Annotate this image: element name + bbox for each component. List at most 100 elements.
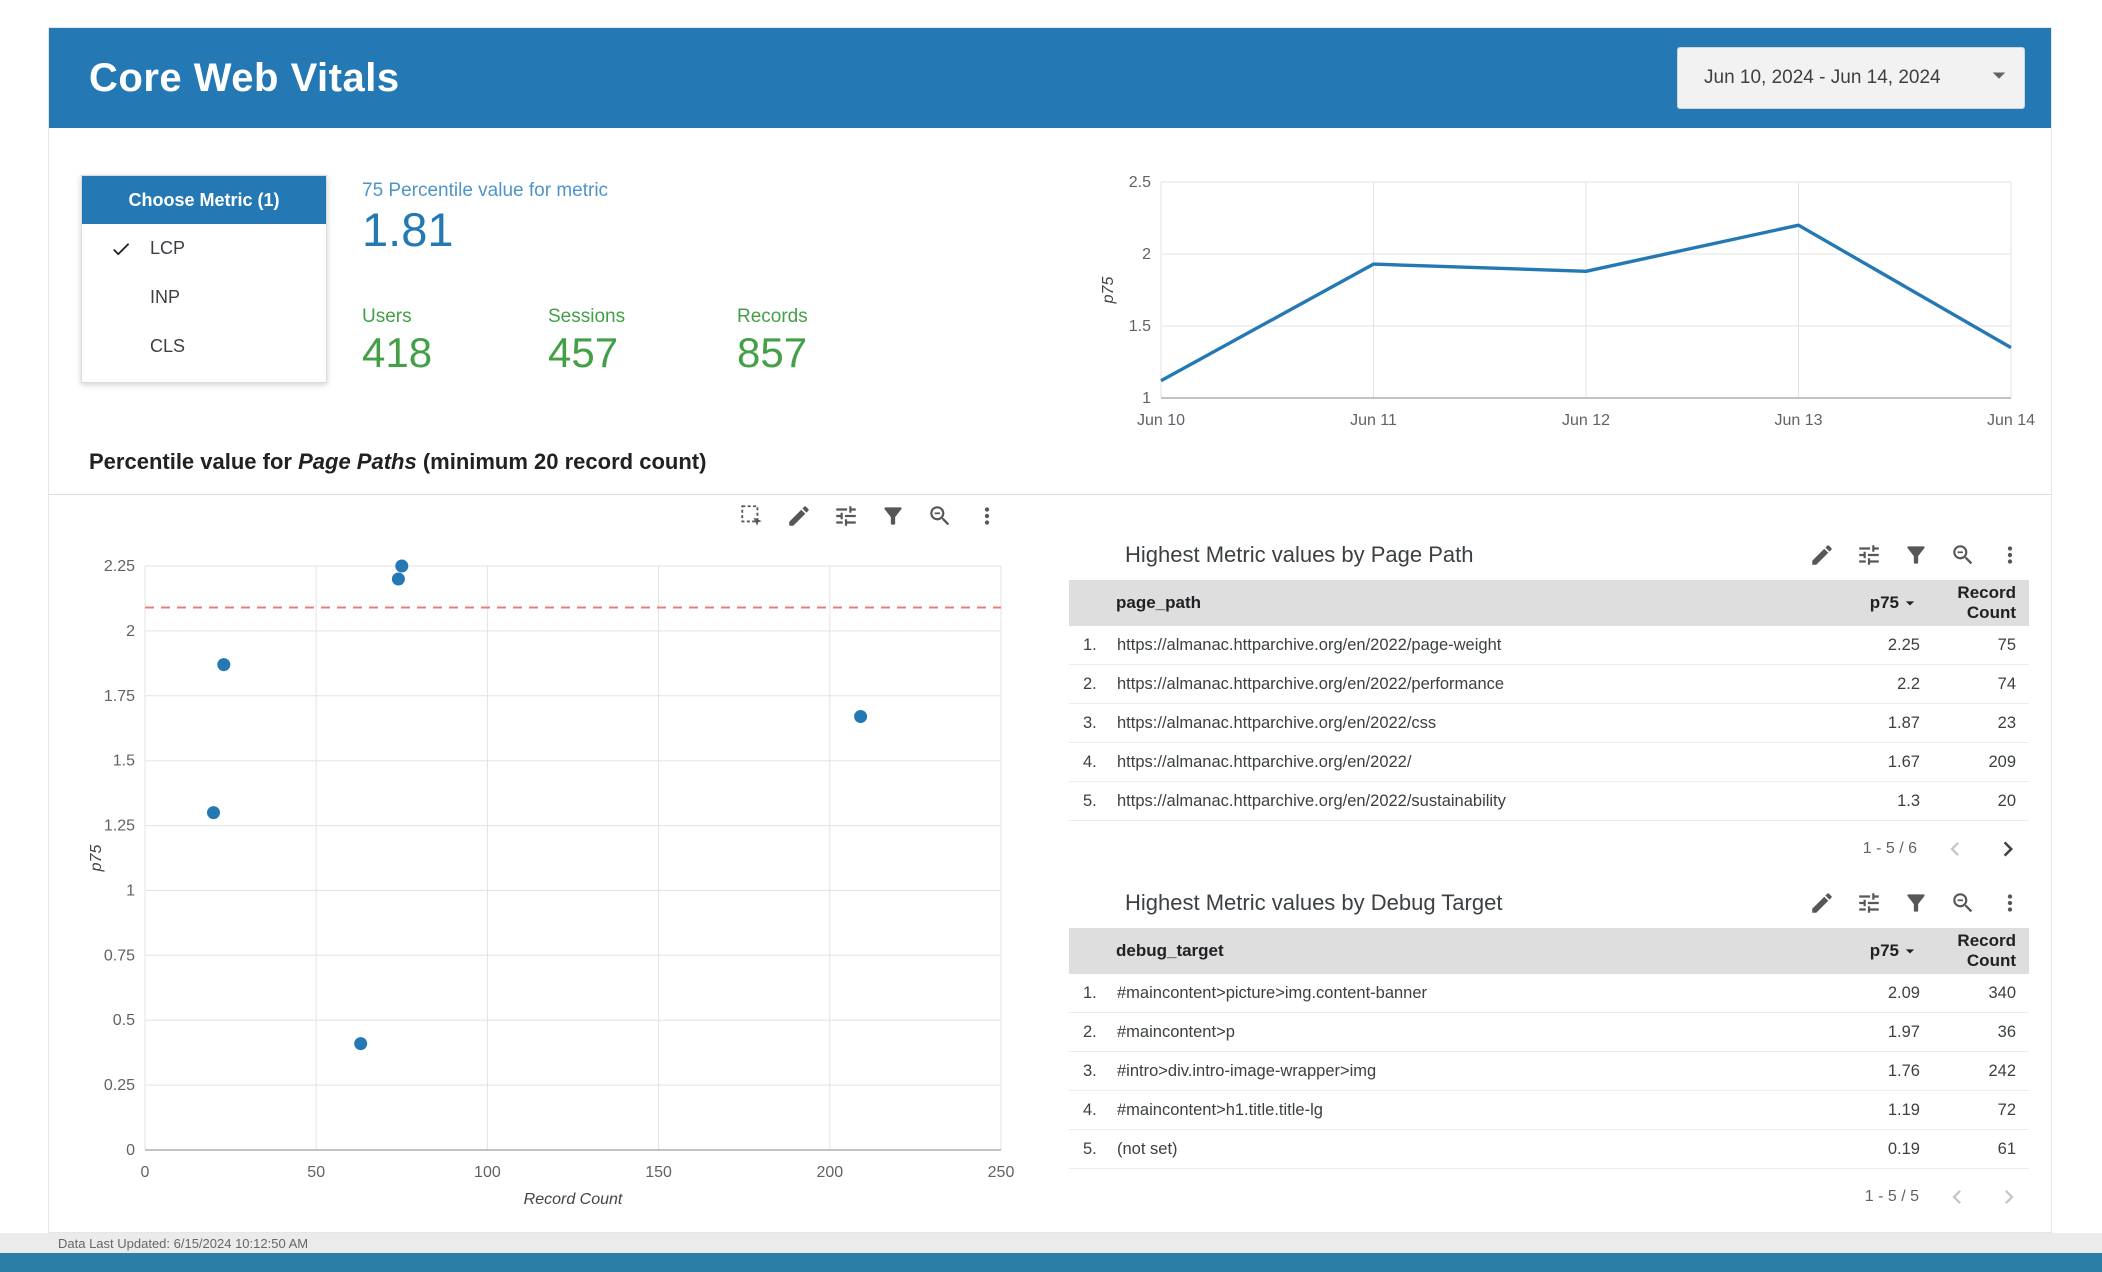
table-row[interactable]: 4. https://almanac.httparchive.org/en/202… bbox=[1069, 743, 2029, 782]
svg-text:1.75: 1.75 bbox=[104, 688, 135, 705]
row-index: 2. bbox=[1083, 674, 1097, 693]
next-page-icon bbox=[1995, 1183, 2023, 1211]
svg-text:0: 0 bbox=[126, 1142, 135, 1159]
svg-text:1.25: 1.25 bbox=[104, 818, 135, 835]
table-pagination: 1 - 5 / 5 bbox=[1069, 1173, 2029, 1221]
metric-option-label: LCP bbox=[150, 238, 186, 258]
p75-cell: 2.09 bbox=[1887, 983, 1920, 1002]
metric-option-cls[interactable]: CLS bbox=[82, 322, 326, 371]
record-count-cell: 61 bbox=[1997, 1139, 2016, 1158]
column-header-p75[interactable]: p75 bbox=[1800, 941, 1920, 961]
more-options-icon[interactable] bbox=[1997, 542, 2023, 568]
column-header-record-count[interactable]: Record Count bbox=[1920, 583, 2016, 622]
table-row[interactable]: 5. https://almanac.httparchive.org/en/202… bbox=[1069, 782, 2029, 821]
metric-option-label: INP bbox=[150, 287, 181, 307]
table-row[interactable]: 4. #maincontent>h1.title.title-lg 1.19 72 bbox=[1069, 1091, 2029, 1130]
more-options-icon[interactable] bbox=[974, 503, 1000, 529]
table-row[interactable]: 3. https://almanac.httparchive.org/en/202… bbox=[1069, 704, 2029, 743]
more-options-icon[interactable] bbox=[1997, 890, 2023, 916]
table-row[interactable]: 2. #maincontent>p 1.97 36 bbox=[1069, 1013, 2029, 1052]
next-page-icon[interactable] bbox=[1993, 834, 2023, 864]
row-index: 3. bbox=[1083, 1061, 1097, 1080]
p75-cell: 2.2 bbox=[1897, 674, 1920, 693]
scorecard-label: 75 Percentile value for metric bbox=[362, 180, 609, 201]
percentile-scatter-chart[interactable]: 0 0.25 0.5 0.75 1 1.25 1.5 1.75 2 2.25 0 50 100 150 20… bbox=[85, 548, 1025, 1218]
svg-text:100: 100 bbox=[474, 1164, 501, 1181]
svg-text:1.5: 1.5 bbox=[1129, 318, 1151, 335]
edit-icon[interactable] bbox=[786, 503, 812, 529]
filter-icon[interactable] bbox=[1903, 542, 1929, 568]
svg-text:0.25: 0.25 bbox=[104, 1077, 135, 1094]
section-title-prefix: Percentile value for bbox=[89, 449, 299, 474]
p75-cell: 0.19 bbox=[1887, 1139, 1920, 1158]
prev-page-icon bbox=[1941, 835, 1969, 863]
edit-icon[interactable] bbox=[1809, 890, 1835, 916]
report-card: Core Web Vitals Jun 10, 2024 - Jun 14, 2… bbox=[48, 27, 2052, 1233]
p75-cell: 1.87 bbox=[1887, 713, 1920, 732]
p75-cell: 1.67 bbox=[1887, 752, 1920, 771]
metric-selector-header[interactable]: Choose Metric (1) bbox=[82, 176, 326, 224]
metric-option-inp[interactable]: INP bbox=[82, 273, 326, 322]
column-header-p75[interactable]: p75 bbox=[1800, 593, 1920, 613]
svg-text:p75: p75 bbox=[88, 845, 105, 873]
tune-icon[interactable] bbox=[1856, 890, 1882, 916]
zoom-icon[interactable] bbox=[1950, 542, 1976, 568]
p75-cell: 1.3 bbox=[1897, 791, 1920, 810]
filter-icon[interactable] bbox=[880, 503, 906, 529]
debug-target-table: Highest Metric values by Debug Target de… bbox=[1069, 882, 2029, 1221]
caret-down-icon bbox=[1984, 60, 2014, 96]
date-range-picker[interactable]: Jun 10, 2024 - Jun 14, 2024 bbox=[1677, 47, 2025, 109]
metric-option-lcp[interactable]: LCP bbox=[82, 224, 326, 273]
column-header-label: p75 bbox=[1869, 941, 1899, 960]
table-title: Highest Metric values by Page Path bbox=[1125, 542, 1474, 567]
tune-icon[interactable] bbox=[1856, 542, 1882, 568]
table-pagination: 1 - 5 / 6 bbox=[1069, 825, 2029, 873]
scorecard-label: Sessions bbox=[548, 306, 626, 327]
table-row[interactable]: 5. (not set) 0.19 61 bbox=[1069, 1130, 2029, 1169]
table-row[interactable]: 3. #intro>div.intro-image-wrapper>img 1.76… bbox=[1069, 1052, 2029, 1091]
svg-text:50: 50 bbox=[307, 1164, 325, 1181]
scorecard-percentile: 75 Percentile value for metric 1.81 bbox=[362, 180, 608, 254]
page-path-cell: https://almanac.httparchive.org/en/2022/ bbox=[1117, 752, 1412, 771]
p75-timeseries-chart[interactable]: 1 1.5 2 2.5 Jun 10 Jun 11 Jun 12 Jun 13 Jun 14 p7… bbox=[1097, 168, 2035, 438]
table-toolbar-icons bbox=[1809, 542, 2029, 568]
svg-text:2.25: 2.25 bbox=[104, 558, 135, 575]
scorecard-label: Users bbox=[362, 306, 412, 327]
scorecard-sessions: Sessions 457 bbox=[548, 306, 625, 375]
column-header-page-path[interactable]: page_path bbox=[1083, 593, 1800, 613]
zoom-icon[interactable] bbox=[1950, 890, 1976, 916]
table-toolbar-icons bbox=[1809, 890, 2029, 916]
row-index: 2. bbox=[1083, 1022, 1097, 1041]
column-header-record-count[interactable]: Record Count bbox=[1920, 931, 2016, 970]
marquee-select-icon[interactable] bbox=[739, 503, 765, 529]
svg-text:2: 2 bbox=[126, 623, 135, 640]
column-header-debug-target[interactable]: debug_target bbox=[1083, 941, 1800, 961]
svg-text:Record Count: Record Count bbox=[524, 1191, 623, 1208]
tune-icon[interactable] bbox=[833, 503, 859, 529]
scorecard-value: 857 bbox=[737, 329, 808, 376]
row-index: 4. bbox=[1083, 752, 1097, 771]
page-path-cell: https://almanac.httparchive.org/en/2022/… bbox=[1117, 635, 1502, 654]
p75-cell: 1.76 bbox=[1887, 1061, 1920, 1080]
zoom-icon[interactable] bbox=[927, 503, 953, 529]
table-header-row: debug_target p75 Record Count bbox=[1069, 928, 2029, 974]
header-bar: Core Web Vitals Jun 10, 2024 - Jun 14, 2… bbox=[49, 28, 2051, 128]
row-index: 5. bbox=[1083, 1139, 1097, 1158]
svg-text:150: 150 bbox=[645, 1164, 672, 1181]
table-row[interactable]: 1. https://almanac.httparchive.org/en/202… bbox=[1069, 626, 2029, 665]
record-count-cell: 20 bbox=[1997, 791, 2016, 810]
metric-option-label: CLS bbox=[150, 336, 186, 356]
filter-icon[interactable] bbox=[1903, 890, 1929, 916]
last-updated-text: Data Last Updated: 6/15/2024 10:12:50 AM bbox=[58, 1235, 309, 1251]
debug-target-cell: #maincontent>h1.title.title-lg bbox=[1117, 1100, 1323, 1119]
sort-caret-icon bbox=[1900, 593, 1920, 613]
svg-text:Jun 13: Jun 13 bbox=[1774, 412, 1822, 429]
edit-icon[interactable] bbox=[1809, 542, 1835, 568]
svg-text:Jun 11: Jun 11 bbox=[1350, 412, 1397, 429]
table-row[interactable]: 1. #maincontent>picture>img.content-banne… bbox=[1069, 974, 2029, 1013]
chart-toolbar bbox=[739, 497, 1000, 535]
record-count-cell: 340 bbox=[1988, 983, 2016, 1002]
metric-selector: Choose Metric (1) LCP INP CLS bbox=[81, 175, 327, 383]
table-row[interactable]: 2. https://almanac.httparchive.org/en/202… bbox=[1069, 665, 2029, 704]
pagination-range: 1 - 5 / 5 bbox=[1864, 1188, 1919, 1205]
